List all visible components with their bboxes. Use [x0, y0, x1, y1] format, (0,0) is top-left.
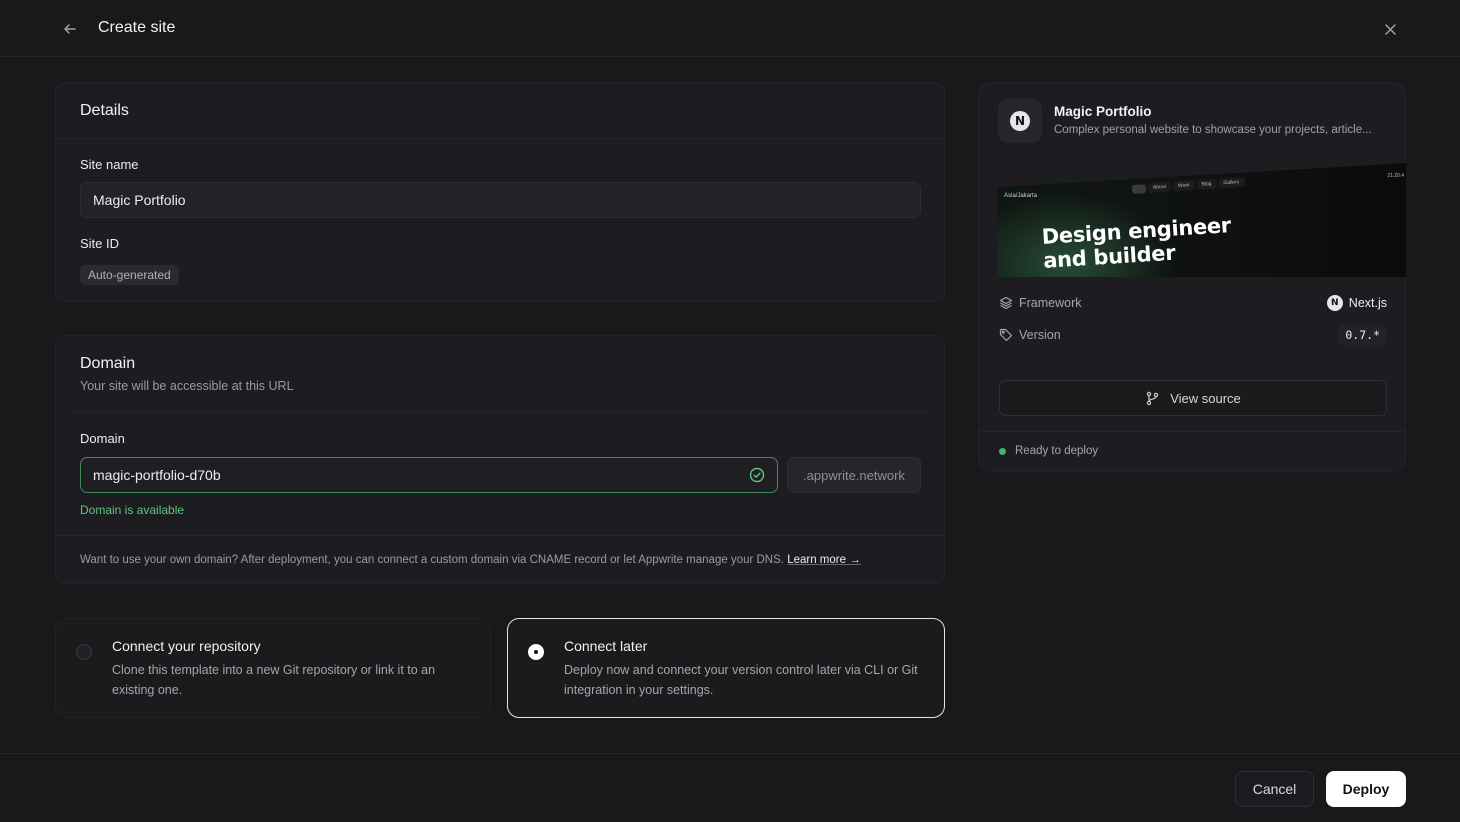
domain-divider — [72, 412, 930, 413]
domain-subtitle: Your site will be accessible at this URL — [80, 379, 294, 393]
framework-row: Framework N Next.js — [999, 292, 1387, 314]
domain-card: Domain Your site will be accessible at t… — [55, 335, 945, 584]
connect-later-title: Connect later — [564, 638, 648, 654]
view-source-button[interactable]: View source — [999, 380, 1387, 416]
domain-footnote: Want to use your own domain? After deplo… — [80, 554, 861, 566]
domain-footnote-divider — [56, 535, 944, 536]
preview-nav-item: Gallery — [1218, 176, 1245, 189]
connect-repository-option[interactable]: Connect your repository Clone this templ… — [55, 618, 491, 718]
tag-icon — [999, 328, 1013, 342]
connect-repository-description: Clone this template into a new Git repos… — [112, 663, 436, 697]
cancel-button[interactable]: Cancel — [1235, 771, 1314, 807]
header: Create site — [0, 0, 1460, 57]
details-title: Details — [80, 102, 129, 119]
deploy-button[interactable]: Deploy — [1326, 771, 1406, 807]
framework-label: Framework — [1019, 296, 1082, 310]
connect-repository-radio[interactable] — [76, 644, 92, 660]
deploy-status: Ready to deploy — [999, 445, 1098, 457]
view-source-label: View source — [1170, 390, 1241, 406]
connect-later-radio[interactable] — [528, 644, 544, 660]
framework-value: Next.js — [1348, 296, 1387, 310]
site-name-input[interactable]: Magic Portfolio — [80, 182, 921, 218]
site-name-label: Site name — [80, 157, 139, 172]
preview-nav-item: Blog — [1196, 178, 1217, 190]
domain-input[interactable]: magic-portfolio-d70b — [80, 457, 778, 493]
details-card: Details Site name Magic Portfolio Site I… — [55, 82, 945, 302]
preview-nav-item: About — [1147, 181, 1172, 193]
page-title: Create site — [98, 19, 176, 36]
domain-suffix: .appwrite.network — [787, 457, 921, 493]
connect-repository-title: Connect your repository — [112, 638, 261, 654]
preview-nav: About Work Blog Gallery — [1131, 176, 1245, 195]
template-name: Magic Portfolio — [1054, 104, 1152, 119]
connect-later-option[interactable]: Connect later Deploy now and connect you… — [507, 618, 945, 718]
footer: Cancel Deploy — [0, 753, 1460, 822]
template-preview-image: Asia/Jakarta About Work Blog Gallery 21:… — [997, 163, 1406, 277]
preview-brand: Asia/Jakarta — [1004, 193, 1038, 199]
site-id-badge: Auto-generated — [80, 265, 179, 285]
domain-field-label: Domain — [80, 431, 125, 446]
domain-status: Domain is available — [80, 503, 185, 517]
layers-icon — [999, 296, 1013, 310]
deploy-status-text: Ready to deploy — [1015, 445, 1099, 457]
version-value: 0.7.* — [1338, 325, 1387, 345]
back-arrow-icon[interactable] — [60, 19, 80, 39]
site-id-label: Site ID — [80, 236, 120, 251]
status-dot — [999, 447, 1006, 455]
details-divider — [56, 138, 944, 139]
check-circle-icon — [749, 467, 765, 483]
domain-title: Domain — [80, 355, 136, 372]
version-label: Version — [1019, 328, 1061, 342]
preview-time: 21:20:4 — [1387, 173, 1404, 179]
preview-nav-item: Work — [1172, 180, 1195, 192]
version-row: Version 0.7.* — [999, 324, 1387, 346]
close-icon[interactable] — [1380, 19, 1400, 39]
learn-more-link[interactable]: Learn more → — [787, 554, 861, 566]
template-logo: N — [998, 99, 1042, 143]
domain-input-value: magic-portfolio-d70b — [93, 467, 221, 483]
preview-home-icon — [1131, 183, 1147, 194]
nextjs-icon: N — [1010, 111, 1030, 131]
git-branch-icon — [1147, 391, 1159, 405]
template-card: N Magic Portfolio Complex personal websi… — [978, 82, 1406, 472]
template-description: Complex personal website to showcase you… — [1054, 124, 1372, 136]
domain-footnote-text: Want to use your own domain? After deplo… — [80, 554, 784, 566]
connect-later-description: Deploy now and connect your version cont… — [564, 663, 918, 697]
nextjs-icon: N — [1326, 295, 1343, 311]
template-divider — [979, 431, 1405, 432]
